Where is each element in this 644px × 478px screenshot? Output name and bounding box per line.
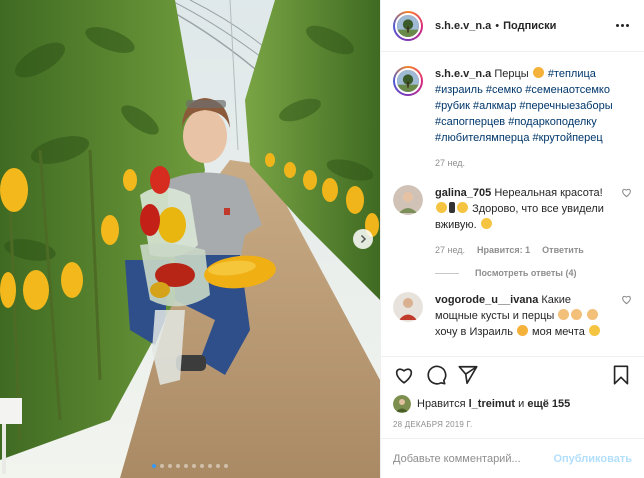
post-actions xyxy=(381,356,644,392)
save-bookmark-icon[interactable] xyxy=(610,364,632,386)
carousel-dot xyxy=(152,464,156,468)
carousel-dot xyxy=(224,464,228,468)
user-photo-avatar-icon xyxy=(393,292,423,322)
comment-time[interactable]: 27 нед. xyxy=(435,242,465,258)
flexed-biceps-emoji-icon xyxy=(571,309,583,320)
comment-likes[interactable]: Нравится: 1 xyxy=(477,242,530,258)
author-username[interactable]: s.h.e.v_n.a xyxy=(435,20,491,32)
post-date[interactable]: 28 ДЕКАБРЯ 2019 Г. xyxy=(381,414,644,438)
reply-button[interactable]: Ответить xyxy=(542,242,584,258)
liked-by: Нравится l_treimut и ещё 155 xyxy=(381,392,644,414)
comment-meta: 27 нед. Нравится: 1 Ответить xyxy=(435,242,616,258)
caption-meta: 27 нед. xyxy=(435,155,616,171)
liked-by-user[interactable]: l_treimut xyxy=(469,398,515,410)
liked-by-and: и xyxy=(518,398,525,410)
grin-emoji-icon xyxy=(588,325,600,336)
replies-divider xyxy=(435,272,459,274)
add-comment-input[interactable] xyxy=(393,452,554,465)
comment-body: galina_705 Нереальная красота! Здорово, … xyxy=(435,185,632,258)
post-side-panel: s.h.e.v_n.a • Подписки s.h.e.v_n.a Перцы… xyxy=(380,0,644,478)
more-horizontal-icon[interactable] xyxy=(616,24,632,27)
liked-by-prefix: Нравится xyxy=(417,398,466,410)
comments-list: s.h.e.v_n.a Перцы #теплица #израиль #сем… xyxy=(381,52,644,356)
caption-time[interactable]: 27 нед. xyxy=(435,155,465,171)
thumbs-up-emoji-icon xyxy=(436,202,447,213)
comment: galina_705 Нереальная красота! Здорово, … xyxy=(393,185,632,258)
caption-body: s.h.e.v_n.a Перцы #теплица #израиль #сем… xyxy=(435,66,632,171)
comment-bubble-icon[interactable] xyxy=(425,364,447,386)
liked-by-others[interactable]: ещё 155 xyxy=(527,398,570,410)
comment-like-heart-icon[interactable] xyxy=(621,187,632,198)
user-photo-avatar-icon xyxy=(393,395,411,413)
comment: vogorode_u__ivana Какие мощные кусты и п… xyxy=(393,292,632,340)
instagram-post: s.h.e.v_n.a • Подписки s.h.e.v_n.a Перцы… xyxy=(0,0,644,478)
comment-text-3: моя мечта xyxy=(532,326,585,338)
carousel-dot xyxy=(168,464,172,468)
carousel-dot xyxy=(208,464,212,468)
carousel-dot xyxy=(216,464,220,468)
post-header: s.h.e.v_n.a • Подписки xyxy=(381,0,644,52)
author-avatar[interactable] xyxy=(393,10,423,41)
following-button[interactable]: Подписки xyxy=(503,20,556,32)
smile-emoji-icon xyxy=(457,202,468,213)
caption-username[interactable]: s.h.e.v_n.a xyxy=(435,68,491,80)
flexed-biceps-emoji-icon xyxy=(587,309,599,320)
caption-avatar[interactable] xyxy=(393,66,423,96)
commenter-username[interactable]: galina_705 xyxy=(435,187,491,199)
view-replies-button[interactable]: Посмотреть ответы (4) xyxy=(435,268,632,278)
caption-text: Перцы xyxy=(494,68,529,80)
carousel-dots xyxy=(0,464,380,468)
flower-emoji-icon xyxy=(449,202,455,213)
heart-eyes-emoji-icon xyxy=(516,325,528,336)
like-heart-icon[interactable] xyxy=(393,364,415,386)
commenter-username[interactable]: vogorode_u__ivana xyxy=(435,294,538,306)
post-photo[interactable] xyxy=(0,0,380,478)
comment-like-heart-icon[interactable] xyxy=(621,294,632,305)
carousel-dot xyxy=(192,464,196,468)
add-comment-bar: Опубликовать xyxy=(381,438,644,478)
comment-text-2: хочу в Израиль xyxy=(435,326,513,338)
user-photo-avatar-icon xyxy=(393,185,423,215)
liker-avatar[interactable] xyxy=(393,395,411,413)
chevron-right-icon xyxy=(360,234,367,244)
header-separator: • xyxy=(495,19,500,32)
carousel-next-button[interactable] xyxy=(353,229,373,249)
commenter-avatar[interactable] xyxy=(393,292,423,322)
carousel-dot xyxy=(200,464,204,468)
tree-avatar-icon xyxy=(397,14,419,37)
carousel-dot xyxy=(184,464,188,468)
greenhouse-photo xyxy=(0,0,380,478)
commenter-avatar[interactable] xyxy=(393,185,423,215)
heart-eyes-emoji-icon xyxy=(532,67,544,78)
carousel-dot xyxy=(160,464,164,468)
flexed-biceps-emoji-icon xyxy=(558,309,570,320)
cool-emoji-icon xyxy=(480,218,492,229)
view-replies-label: Посмотреть ответы (4) xyxy=(475,268,577,278)
tree-avatar-icon xyxy=(397,70,419,92)
caption: s.h.e.v_n.a Перцы #теплица #израиль #сем… xyxy=(393,66,632,171)
publish-comment-button[interactable]: Опубликовать xyxy=(553,453,632,465)
comment-body: vogorode_u__ivana Какие мощные кусты и п… xyxy=(435,292,632,340)
share-paper-plane-icon[interactable] xyxy=(457,364,479,386)
comment-text: Нереальная красота! xyxy=(494,187,603,199)
carousel-dot xyxy=(176,464,180,468)
